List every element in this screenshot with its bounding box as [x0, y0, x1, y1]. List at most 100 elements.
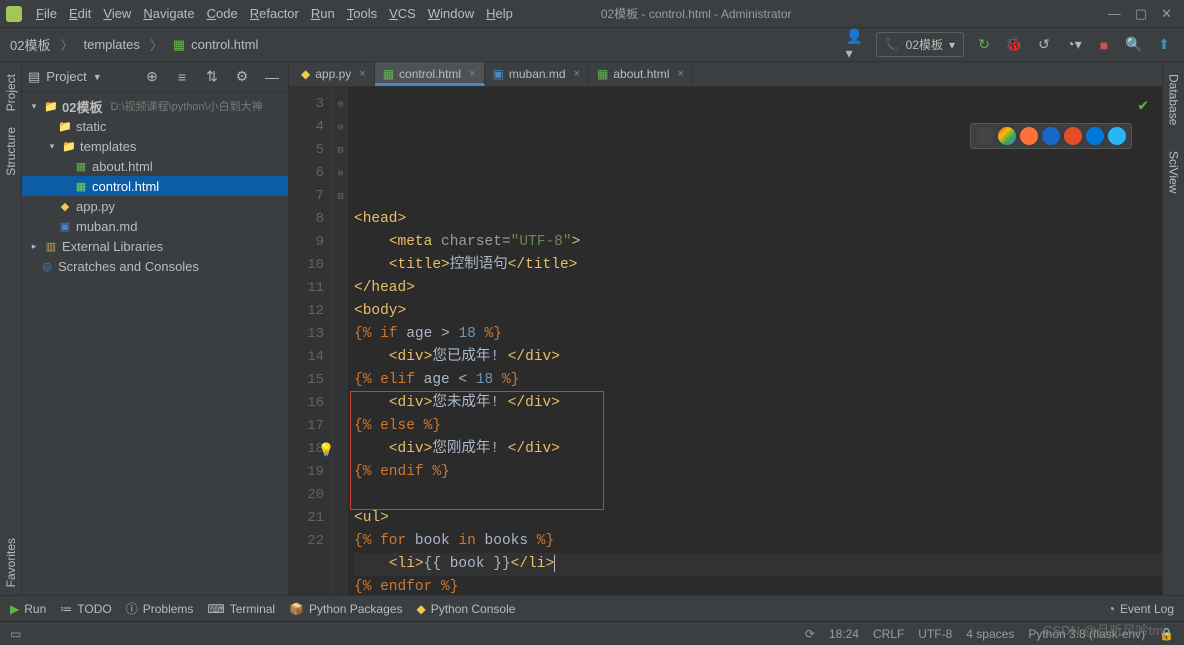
menu-help[interactable]: Help: [480, 4, 519, 23]
debug-icon[interactable]: 🐞: [1004, 35, 1024, 55]
code-line[interactable]: <div>您未成年! </div>: [354, 392, 1162, 415]
close-tab-icon[interactable]: ×: [469, 68, 475, 80]
tool-tab-structure[interactable]: Structure: [2, 119, 20, 184]
code-line[interactable]: [354, 484, 1162, 507]
run-tool[interactable]: ▶Run: [10, 602, 46, 616]
python-console-tool[interactable]: ◆Python Console: [416, 602, 515, 616]
safari-icon[interactable]: [1042, 127, 1060, 145]
close-tab-icon[interactable]: ×: [677, 68, 683, 80]
close-icon[interactable]: ✕: [1161, 6, 1172, 22]
code-line[interactable]: <title>控制语句</title>: [354, 254, 1162, 277]
menu-run[interactable]: Run: [305, 4, 341, 23]
code-content[interactable]: ✔ <head> <meta charset="UTF-8"> <title>控…: [348, 87, 1162, 595]
run-config-dropdown[interactable]: 📞02模板▾: [876, 32, 964, 57]
fold-gutter[interactable]: ⊖⊖⊟⊖⊟: [333, 87, 348, 595]
user-icon[interactable]: 👤▾: [846, 35, 866, 55]
code-line[interactable]: <head>: [354, 208, 1162, 231]
collapse-icon[interactable]: ⇅: [202, 67, 222, 87]
edge-icon[interactable]: [1108, 127, 1126, 145]
editor-body[interactable]: 345678910111213141516171819202122 ⊖⊖⊟⊖⊟ …: [289, 87, 1162, 595]
tree-item-muban[interactable]: ▣muban.md: [22, 216, 288, 236]
maximize-icon[interactable]: ▢: [1135, 6, 1147, 22]
todo-tool[interactable]: ≔TODO: [60, 602, 111, 616]
sync-icon[interactable]: ⟳: [805, 627, 815, 641]
code-line[interactable]: </head>: [354, 277, 1162, 300]
tree-item-templates[interactable]: ▾📁templates: [22, 136, 288, 156]
python-interpreter[interactable]: Python 3.8 (flask-env): [1028, 627, 1145, 641]
close-tab-icon[interactable]: ×: [574, 68, 580, 80]
tree-item-about[interactable]: ▦about.html: [22, 156, 288, 176]
search-icon[interactable]: 🔍: [1124, 35, 1144, 55]
lock-icon[interactable]: 🔒: [1159, 627, 1174, 641]
tool-tab-favorites[interactable]: Favorites: [2, 530, 20, 595]
gear-icon[interactable]: ⚙: [232, 67, 252, 87]
run-icon[interactable]: ↻: [974, 35, 994, 55]
menu-tools[interactable]: Tools: [341, 4, 383, 23]
analysis-ok-icon[interactable]: ✔: [1138, 95, 1148, 118]
profile-icon[interactable]: ◔▾: [1064, 35, 1084, 55]
intention-bulb-icon[interactable]: 💡: [318, 439, 334, 462]
code-line[interactable]: <li>{{ book }}</li>: [354, 553, 1162, 576]
menu-edit[interactable]: Edit: [63, 4, 97, 23]
menu-view[interactable]: View: [97, 4, 137, 23]
menu-vcs[interactable]: VCS: [383, 4, 422, 23]
status-indicator-icon[interactable]: ▭: [10, 627, 21, 641]
code-line[interactable]: <meta charset="UTF-8">: [354, 231, 1162, 254]
file-encoding[interactable]: UTF-8: [918, 627, 952, 641]
event-log-tool[interactable]: ◔Event Log: [1108, 602, 1174, 616]
chrome-icon[interactable]: [998, 127, 1016, 145]
menu-navigate[interactable]: Navigate: [137, 4, 200, 23]
tree-scratches[interactable]: ◎Scratches and Consoles: [22, 256, 288, 276]
editor-tab[interactable]: ◆app.py×: [293, 62, 375, 86]
editor-tab[interactable]: ▦about.html×: [589, 62, 693, 86]
menu-code[interactable]: Code: [201, 4, 244, 23]
breadcrumb-item[interactable]: templates: [83, 37, 139, 52]
code-line[interactable]: <div>您刚成年! </div>: [354, 438, 1162, 461]
menu-refactor[interactable]: Refactor: [244, 4, 305, 23]
builtin-browser-icon[interactable]: [976, 127, 994, 145]
update-icon[interactable]: ⬆: [1154, 35, 1174, 55]
code-line[interactable]: {% else %}: [354, 415, 1162, 438]
opera-icon[interactable]: [1064, 127, 1082, 145]
breadcrumb-item[interactable]: 02模板: [10, 35, 50, 54]
code-line[interactable]: {% for book in books %}: [354, 530, 1162, 553]
code-line[interactable]: {% if age > 18 %}: [354, 323, 1162, 346]
python-packages-tool[interactable]: 📦Python Packages: [289, 602, 402, 616]
code-line[interactable]: {% elif age < 18 %}: [354, 369, 1162, 392]
expand-icon[interactable]: ≡: [172, 67, 192, 87]
line-separator[interactable]: CRLF: [873, 627, 904, 641]
editor-tab[interactable]: ▣muban.md×: [485, 62, 589, 86]
stop-icon[interactable]: ■: [1094, 35, 1114, 55]
locate-icon[interactable]: ⊕: [142, 67, 162, 87]
menu-file[interactable]: File: [30, 4, 63, 23]
coverage-icon[interactable]: ↺: [1034, 35, 1054, 55]
tool-tab-database[interactable]: Database: [1165, 66, 1183, 133]
close-tab-icon[interactable]: ×: [359, 68, 365, 80]
tree-root[interactable]: ▾📁02模板D:\视频课程\python\小白到大神: [22, 96, 288, 116]
firefox-icon[interactable]: [1020, 127, 1038, 145]
tree-item-static[interactable]: 📁static: [22, 116, 288, 136]
code-line[interactable]: <div>您已成年! </div>: [354, 346, 1162, 369]
code-line[interactable]: <ul>: [354, 507, 1162, 530]
project-panel-title[interactable]: Project: [46, 69, 86, 84]
minimize-icon[interactable]: —: [1108, 6, 1121, 22]
terminal-tool[interactable]: ⌨Terminal: [207, 602, 275, 616]
problems-tool[interactable]: ⓘProblems: [126, 600, 194, 617]
code-line[interactable]: <body>: [354, 300, 1162, 323]
tree-item-control[interactable]: ▦control.html: [22, 176, 288, 196]
ie-icon[interactable]: [1086, 127, 1104, 145]
chevron-down-icon[interactable]: ▼: [93, 72, 102, 82]
code-line[interactable]: {% endfor %}: [354, 576, 1162, 595]
tool-tab-project[interactable]: Project: [2, 66, 20, 119]
tree-item-app[interactable]: ◆app.py: [22, 196, 288, 216]
breadcrumb-item[interactable]: control.html: [191, 37, 258, 52]
menu-window[interactable]: Window: [422, 4, 480, 23]
tree-external-libs[interactable]: ▸▥External Libraries: [22, 236, 288, 256]
tool-tab-sciview[interactable]: SciView: [1165, 143, 1183, 201]
code-line[interactable]: {% endif %}: [354, 461, 1162, 484]
caret-position[interactable]: 18:24: [829, 627, 859, 641]
project-view-icon[interactable]: ▤: [28, 69, 40, 85]
editor-tab[interactable]: ▦control.html×: [375, 62, 485, 86]
indent-setting[interactable]: 4 spaces: [966, 627, 1014, 641]
hide-icon[interactable]: —: [262, 67, 282, 87]
